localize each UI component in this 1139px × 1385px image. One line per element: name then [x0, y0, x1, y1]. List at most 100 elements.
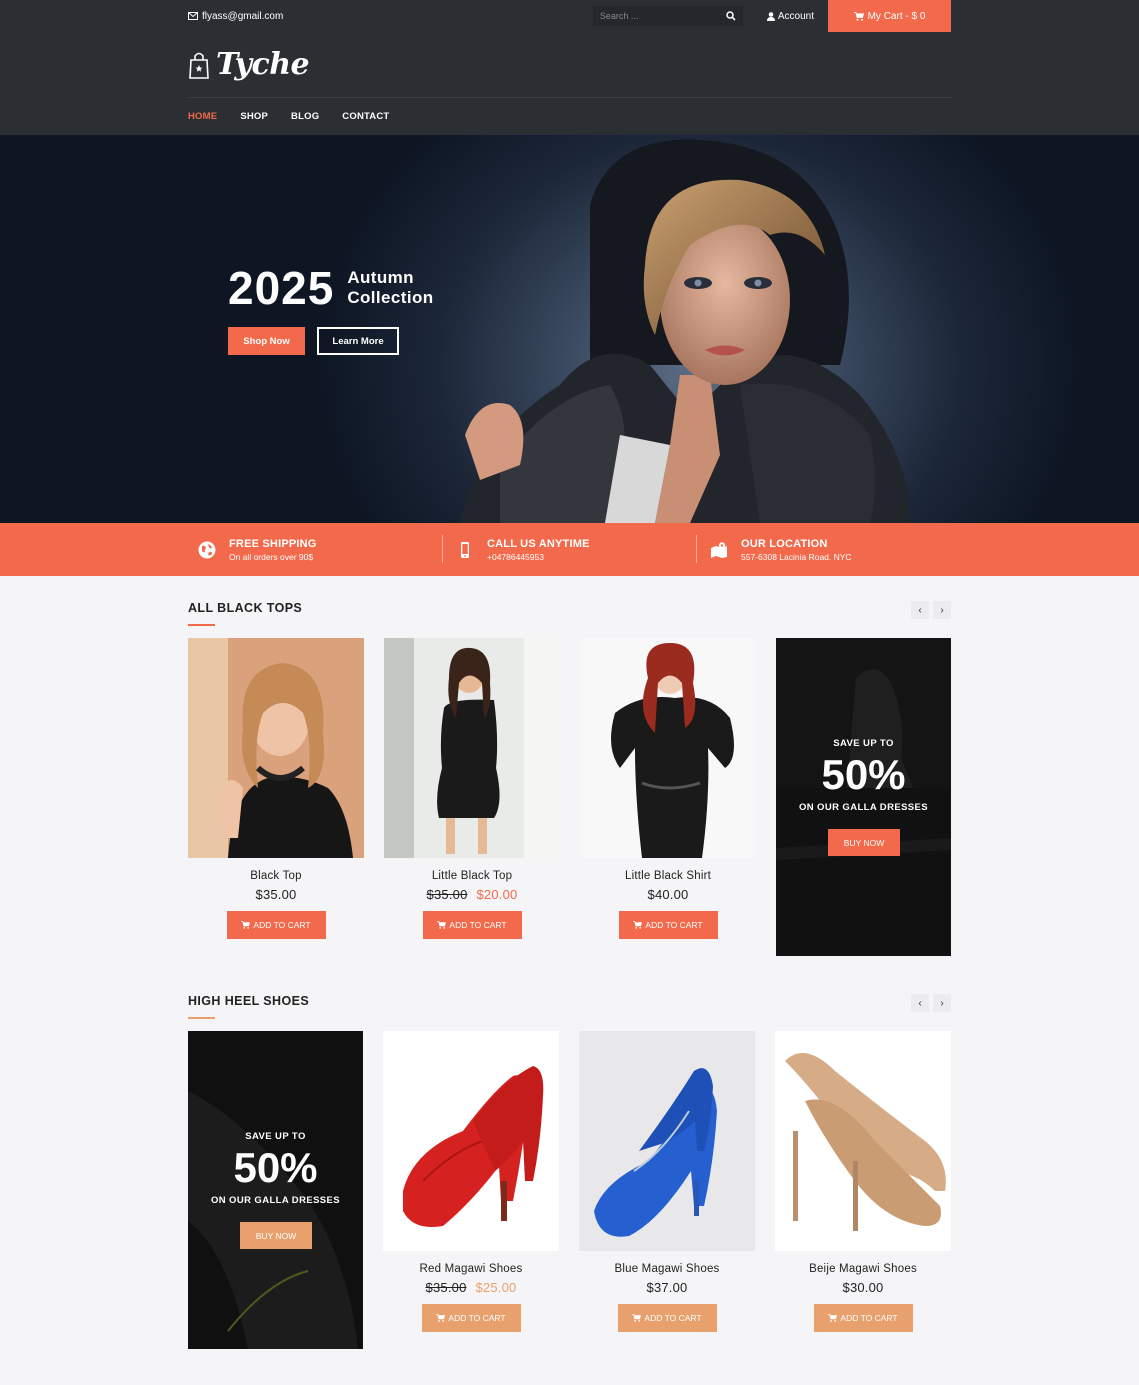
logo-text: Tyche	[216, 47, 310, 82]
nav-contact[interactable]: CONTACT	[342, 111, 389, 122]
add-to-cart-button[interactable]: ADD TO CART	[421, 1304, 521, 1332]
feature-location: OUR LOCATION 557-6308 Lacinia Road. NYC	[696, 534, 950, 563]
buy-now-button[interactable]: BUY NOW	[828, 829, 900, 856]
carousel-prev-button[interactable]: ‹	[911, 601, 929, 619]
add-to-cart-label: ADD TO CART	[449, 920, 507, 930]
product-card[interactable]: Red Magawi Shoes $35.00 $25.00 ADD TO CAR…	[383, 1031, 559, 1349]
map-icon	[711, 541, 727, 558]
feature-title: OUR LOCATION	[741, 537, 828, 550]
features-strip: FREE SHIPPING On all orders over 90$ CAL…	[0, 523, 1139, 576]
nav-blog[interactable]: BLOG	[291, 111, 319, 122]
email-link[interactable]: flyass@gmail.com	[188, 11, 283, 22]
product-price: $37.00	[579, 1280, 755, 1295]
globe-icon	[198, 541, 216, 558]
product-image[interactable]	[188, 638, 364, 858]
product-card[interactable]: Little Black Top $35.00 $20.00 ADD TO CAR…	[384, 638, 560, 956]
add-to-cart-button[interactable]: ADD TO CART	[422, 911, 522, 939]
promo-banner: SAVE UP TO 50% ON OUR GALLA DRESSES BUY …	[188, 1031, 363, 1349]
account-link[interactable]: Account	[766, 11, 814, 22]
hero-text: 2025 Autumn Collection Shop Now Learn Mo…	[228, 265, 434, 355]
feature-title: FREE SHIPPING	[229, 537, 317, 550]
promo-top-text: SAVE UP TO	[833, 738, 894, 749]
search-box	[592, 6, 743, 26]
promo-top-text: SAVE UP TO	[245, 1131, 306, 1142]
cart-icon	[436, 1314, 446, 1322]
cart-icon	[437, 921, 447, 929]
add-to-cart-button[interactable]: ADD TO CART	[618, 911, 718, 939]
carousel-next-button[interactable]: ›	[933, 601, 951, 619]
product-card[interactable]: Black Top $35.00 ADD TO CART	[188, 638, 364, 956]
feature-subtitle: 557-6308 Lacinia Road. NYC	[741, 551, 852, 562]
nav-home[interactable]: HOME	[188, 111, 217, 122]
carousel-next-button[interactable]: ›	[933, 994, 951, 1012]
cart-icon	[633, 921, 643, 929]
hero-banner: 2025 Autumn Collection Shop Now Learn Mo…	[0, 135, 1139, 523]
section-black-tops: ALL BLACK TOPS ‹ › Black Top $35.00 ADD …	[0, 576, 1139, 956]
product-name[interactable]: Beije Magawi Shoes	[775, 1263, 951, 1275]
nav-shop[interactable]: SHOP	[240, 111, 268, 122]
product-price: $30.00	[775, 1280, 951, 1295]
promo-banner: SAVE UP TO 50% ON OUR GALLA DRESSES BUY …	[776, 638, 951, 956]
hero-year: 2025	[228, 262, 335, 314]
product-name[interactable]: Red Magawi Shoes	[383, 1263, 559, 1275]
hero-model-image	[460, 139, 910, 523]
user-icon	[766, 11, 775, 21]
add-to-cart-label: ADD TO CART	[645, 920, 703, 930]
product-card[interactable]: Little Black Shirt $40.00 ADD TO CART	[580, 638, 756, 956]
product-price: $40.00	[580, 887, 756, 902]
cart-icon	[632, 1314, 642, 1322]
email-text: flyass@gmail.com	[202, 10, 284, 22]
search-input[interactable]	[599, 11, 726, 21]
price-value: $37.00	[646, 1280, 688, 1295]
product-card[interactable]: Beije Magawi Shoes $30.00 ADD TO CART	[775, 1031, 951, 1349]
add-to-cart-label: ADD TO CART	[253, 920, 311, 930]
feature-title: CALL US ANYTIME	[487, 537, 590, 550]
product-price: $35.00 $25.00	[383, 1280, 559, 1295]
product-name[interactable]: Blue Magawi Shoes	[579, 1263, 755, 1275]
product-name[interactable]: Little Black Top	[384, 870, 560, 882]
add-to-cart-label: ADD TO CART	[840, 1313, 898, 1323]
product-price: $35.00	[188, 887, 364, 902]
product-image[interactable]	[580, 638, 756, 858]
section-high-heels: HIGH HEEL SHOES ‹ › SAVE UP TO 50% ON OU…	[0, 956, 1139, 1349]
feature-subtitle: +04786445953	[487, 551, 544, 562]
product-image[interactable]	[775, 1031, 951, 1251]
add-to-cart-button[interactable]: ADD TO CART	[617, 1304, 717, 1332]
feature-call-us: CALL US ANYTIME +04786445953	[442, 534, 696, 563]
shopping-bag-icon	[189, 52, 209, 79]
add-to-cart-button[interactable]: ADD TO CART	[226, 911, 326, 939]
carousel-prev-button[interactable]: ‹	[911, 994, 929, 1012]
promo-discount: 50%	[233, 1144, 318, 1191]
hero-subtitle-line2: Collection	[347, 288, 434, 307]
search-icon[interactable]	[726, 11, 736, 21]
price-value: $35.00	[255, 887, 297, 902]
price-value: $30.00	[842, 1280, 884, 1295]
cart-icon	[241, 921, 251, 929]
learn-more-button[interactable]: Learn More	[317, 327, 399, 355]
product-image[interactable]	[384, 638, 560, 858]
sale-price: $25.00	[475, 1280, 517, 1295]
shop-now-button[interactable]: Shop Now	[228, 327, 305, 355]
section-title: ALL BLACK TOPS	[188, 601, 303, 615]
site-logo[interactable]: Tyche	[188, 47, 310, 82]
add-to-cart-button[interactable]: ADD TO CART	[813, 1304, 913, 1332]
buy-now-button[interactable]: BUY NOW	[240, 1222, 312, 1249]
feature-free-shipping: FREE SHIPPING On all orders over 90$	[188, 538, 442, 562]
main-nav: HOME SHOP BLOG CONTACT	[188, 98, 951, 134]
product-image[interactable]	[579, 1031, 755, 1251]
product-name[interactable]: Black Top	[188, 870, 364, 882]
add-to-cart-label: ADD TO CART	[448, 1313, 506, 1323]
cart-label: My Cart - $ 0	[867, 10, 926, 22]
product-image[interactable]	[383, 1031, 559, 1251]
promo-bottom-text: ON OUR GALLA DRESSES	[210, 1195, 341, 1206]
old-price: $35.00	[425, 1280, 467, 1295]
cart-icon	[853, 11, 864, 21]
hero-subtitle-line1: Autumn	[347, 268, 414, 287]
add-to-cart-label: ADD TO CART	[644, 1313, 702, 1323]
old-price: $35.00	[426, 887, 468, 902]
site-header: Tyche HOME SHOP BLOG CONTACT	[0, 32, 1139, 135]
cart-button[interactable]: My Cart - $ 0	[828, 0, 951, 32]
product-name[interactable]: Little Black Shirt	[580, 870, 756, 882]
cart-icon	[828, 1314, 838, 1322]
product-card[interactable]: Blue Magawi Shoes $37.00 ADD TO CART	[579, 1031, 755, 1349]
